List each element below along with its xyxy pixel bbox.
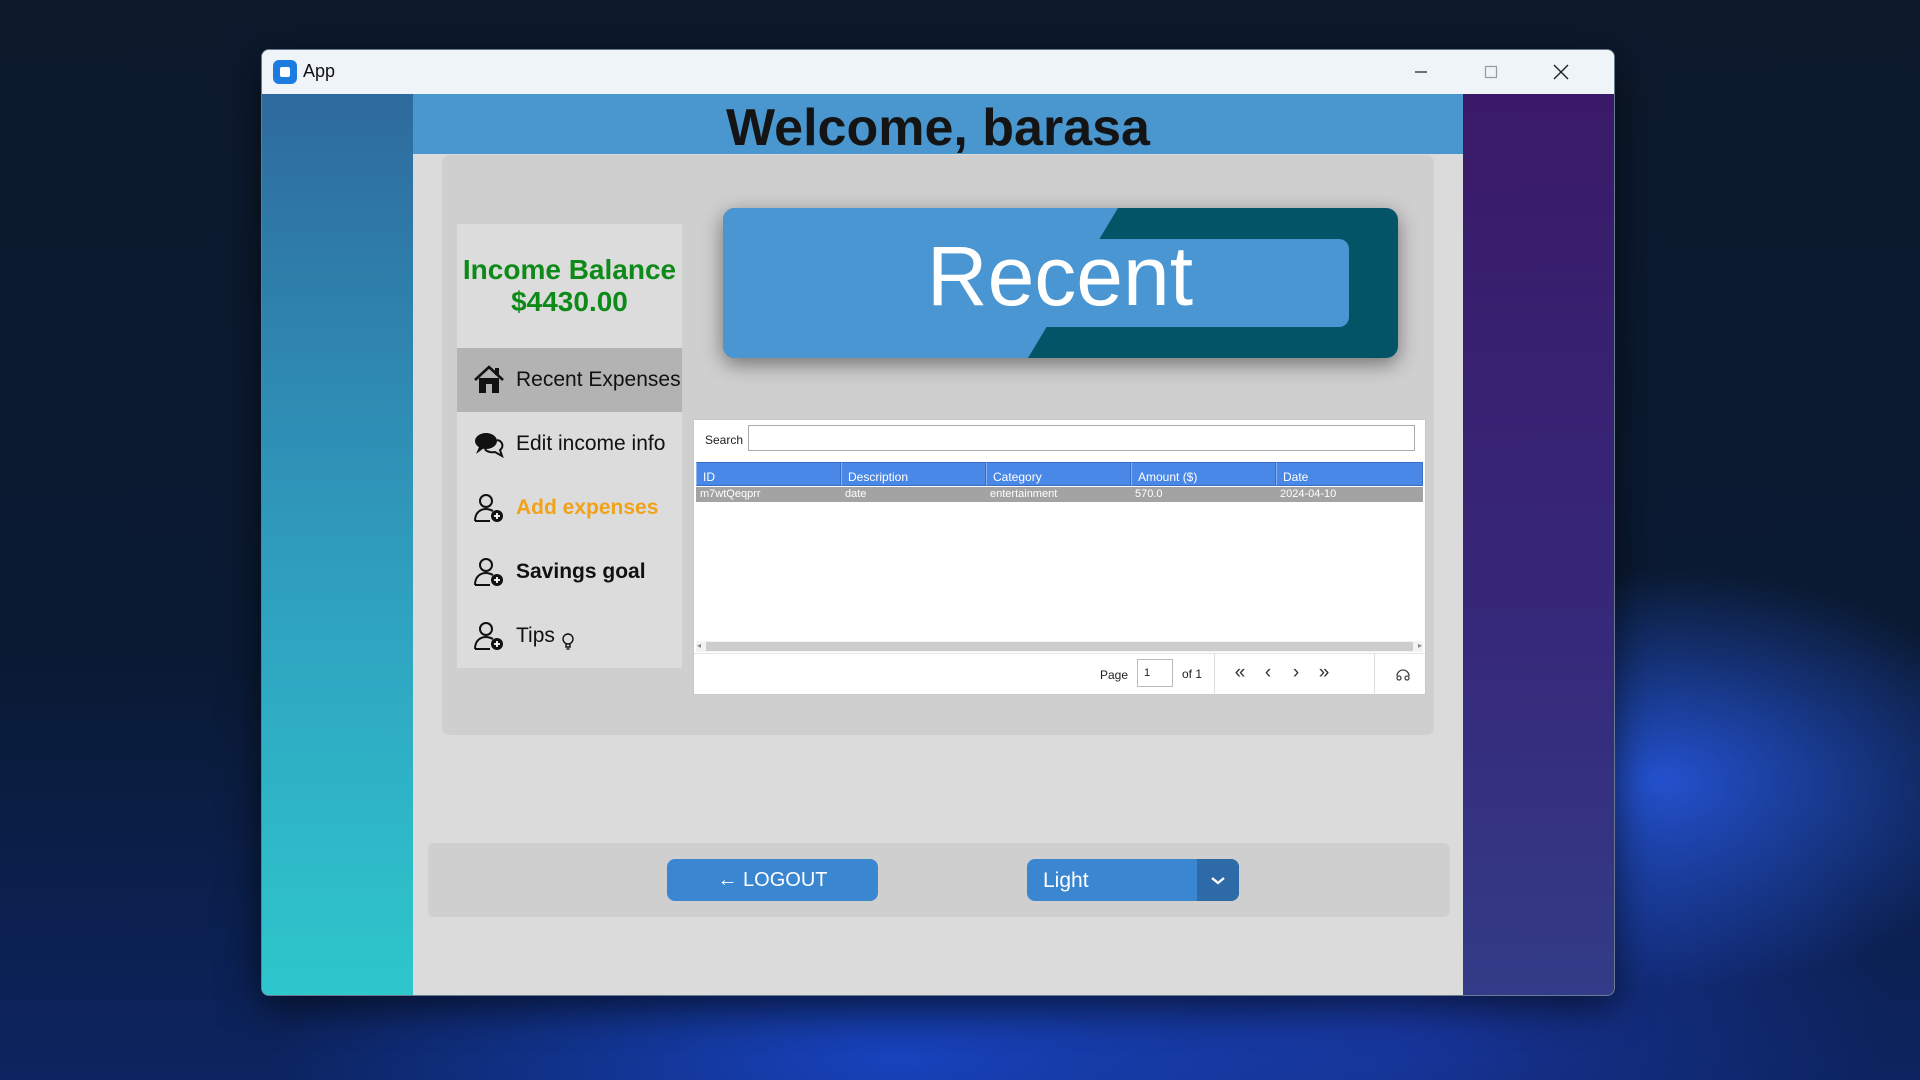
nav-add-expenses[interactable]: Add expenses: [457, 476, 682, 540]
chevron-down-icon: [1211, 877, 1225, 885]
close-icon: [1553, 64, 1569, 80]
column-header-category[interactable]: Category: [986, 462, 1131, 486]
nav-savings-goal[interactable]: Savings goal: [457, 540, 682, 604]
page-label: Page: [1100, 668, 1129, 682]
close-button[interactable]: [1526, 50, 1596, 94]
scrollbar-thumb[interactable]: [706, 642, 1413, 651]
logout-button[interactable]: ← LOGOUT: [667, 859, 878, 901]
lightbulb-icon: [562, 633, 574, 650]
nav-label: Tips: [516, 624, 555, 647]
first-page-button[interactable]: «: [1228, 663, 1252, 685]
user-add-icon: [474, 558, 503, 586]
welcome-wrapper: Welcome, barasa: [413, 98, 1463, 158]
last-page-button[interactable]: »: [1312, 663, 1336, 685]
income-balance-label: Income Balance: [462, 254, 677, 285]
app-window: App Welcome, barasa Income Balance $4430…: [261, 49, 1615, 996]
divider: [1374, 654, 1375, 695]
search-label: Search: [705, 433, 744, 447]
chat-bubbles-icon: [475, 433, 504, 459]
welcome-title: Welcome, barasa: [726, 99, 1150, 157]
user-add-icon: [474, 494, 503, 522]
right-gradient-margin: [1463, 94, 1614, 995]
nav-label: Edit income info: [516, 432, 666, 455]
table-row[interactable]: m7wtQeqprr date entertainment 570.0 2024…: [696, 487, 1423, 502]
bottom-bar: ← LOGOUT Light: [428, 843, 1450, 917]
horizontal-scrollbar[interactable]: ◂ ▸: [696, 641, 1423, 652]
minimize-icon: [1415, 71, 1427, 73]
pagination-bar: Page 1 of 1 « ‹ › »: [694, 653, 1425, 695]
search-input[interactable]: [748, 425, 1415, 451]
page-number-input[interactable]: 1: [1137, 659, 1173, 687]
refresh-icon[interactable]: [1394, 665, 1412, 683]
cell-category: entertainment: [990, 488, 1058, 500]
income-balance: Income Balance $4430.00: [457, 254, 682, 318]
scroll-right-icon[interactable]: ▸: [1418, 641, 1422, 650]
cell-amount: 570.0: [1135, 488, 1163, 500]
expenses-table: Search ID Description Category Amount ($…: [693, 419, 1426, 695]
home-icon: [474, 365, 504, 393]
theme-select-value: Light: [1043, 869, 1089, 892]
cell-id: m7wtQeqprr: [700, 488, 761, 500]
title-bar: App: [262, 50, 1614, 94]
maximize-icon: [1484, 65, 1498, 79]
next-page-button[interactable]: ›: [1284, 663, 1308, 685]
column-header-id[interactable]: ID: [696, 462, 841, 486]
recent-banner: Recent: [723, 208, 1398, 358]
income-balance-value: $4430.00: [511, 286, 628, 317]
left-gradient-margin: [262, 94, 413, 995]
dashboard-panel: Income Balance $4430.00 Recent Expenses: [442, 155, 1434, 735]
nav-edit-income-info[interactable]: Edit income info: [457, 412, 682, 476]
nav-label: Add expenses: [516, 496, 659, 519]
theme-select[interactable]: Light: [1027, 859, 1239, 901]
maximize-button[interactable]: [1456, 50, 1526, 94]
page-total-label: of 1: [1182, 667, 1203, 681]
column-header-description[interactable]: Description: [841, 462, 986, 486]
cell-date: 2024-04-10: [1280, 488, 1337, 500]
app-icon: [273, 60, 297, 84]
nav-label: Savings goal: [516, 560, 646, 583]
column-header-amount[interactable]: Amount ($): [1131, 462, 1276, 486]
sidebar: Income Balance $4430.00 Recent Expenses: [457, 224, 682, 668]
minimize-button[interactable]: [1386, 50, 1456, 94]
nav-recent-expenses[interactable]: Recent Expenses: [457, 348, 682, 412]
nav-tips[interactable]: Tips: [457, 604, 682, 668]
window-client-area: Welcome, barasa Income Balance $4430.00: [262, 94, 1614, 995]
banner-title: Recent: [926, 229, 1194, 323]
theme-dropdown-button[interactable]: [1197, 859, 1239, 901]
user-add-icon: [474, 622, 503, 650]
scroll-left-icon[interactable]: ◂: [697, 641, 701, 650]
window-title: App: [303, 61, 336, 81]
main-content: Welcome, barasa Income Balance $4430.00: [413, 94, 1463, 995]
welcome-header: Welcome, barasa: [413, 94, 1463, 157]
column-header-date[interactable]: Date: [1276, 462, 1423, 486]
prev-page-button[interactable]: ‹: [1256, 663, 1280, 685]
divider: [1214, 654, 1215, 695]
cell-description: date: [845, 488, 867, 500]
table-header: ID Description Category Amount ($) Date: [696, 462, 1423, 486]
nav-label: Recent Expenses: [516, 368, 681, 391]
